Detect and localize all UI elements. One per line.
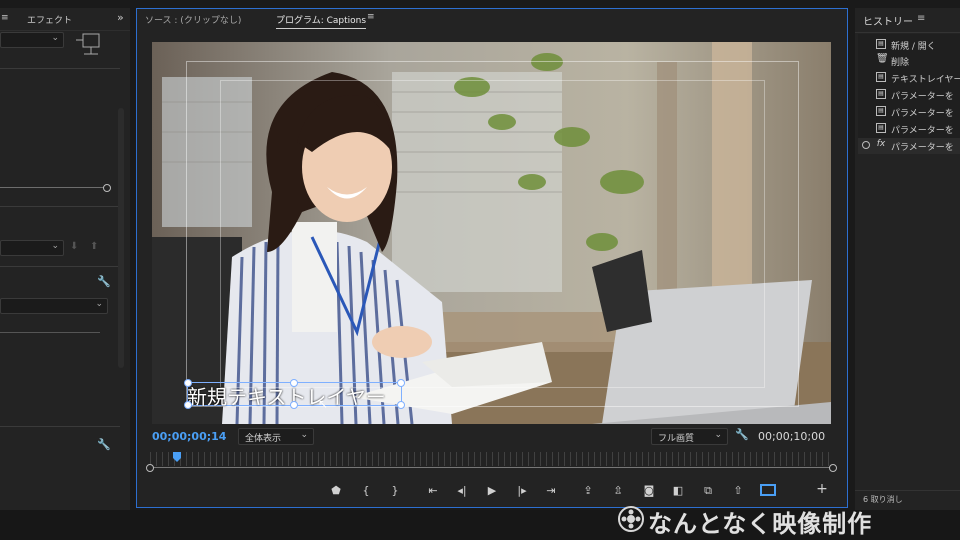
go-to-in-button[interactable]: ⇤ [424,484,442,497]
mark-in-button[interactable]: { [357,484,375,497]
zoom-value: 全体表示 [245,434,282,444]
history-item[interactable]: 🗑 削除 [858,53,960,69]
button-editor-plus-icon[interactable]: + [813,481,831,497]
slider-track[interactable] [0,187,104,188]
settings-wrench-icon[interactable]: 🔧 [735,428,749,441]
history-item[interactable]: ▤ パラメーターを [858,87,960,103]
divider [0,266,120,267]
history-item[interactable]: ▤ 新規 / 開く [858,37,960,53]
history-title[interactable]: ヒストリー [863,13,913,28]
safe-margins-button[interactable] [760,484,776,496]
panel-menu-icon[interactable]: ≡ [367,12,375,22]
scrollbar[interactable] [118,108,124,368]
divider [0,68,120,69]
current-state-marker [862,141,870,149]
export-frame-camera-icon[interactable]: ◙ [640,484,658,497]
panel-menu-icon[interactable]: ≡ [917,13,925,24]
divider [855,32,960,33]
resize-handle[interactable] [290,379,298,387]
current-timecode[interactable]: 00;00;00;14 [152,430,226,443]
anchor-icon[interactable] [76,30,106,60]
title-safe-guide [220,80,765,388]
step-back-button[interactable]: ◂| [453,484,471,497]
doc-icon: ▤ [876,39,886,49]
resize-handle[interactable] [397,379,405,387]
slider-knob[interactable] [103,184,111,192]
time-ruler[interactable] [150,452,834,466]
tab-effects[interactable]: エフェクト [27,13,72,26]
resize-handle[interactable] [290,401,298,409]
history-item-current[interactable]: fx パラメーターを [858,138,960,154]
doc-icon: ▤ [876,72,886,82]
more-tabs-icon[interactable]: » [117,11,124,24]
dropdown-mid[interactable]: ⌄ [0,240,64,256]
divider [0,206,120,207]
zoom-bar-start-handle[interactable] [146,464,154,472]
trash-icon: 🗑 [876,53,889,64]
chevron-down-icon: ⌄ [95,299,103,309]
comparison-view-button[interactable]: ◧ [669,484,687,497]
go-to-out-button[interactable]: ⇥ [542,484,560,497]
resize-handle[interactable] [184,379,192,387]
panel-menu-icon[interactable]: ≡ [1,13,9,23]
history-item[interactable]: ▤ パラメーターを [858,104,960,120]
doc-icon: ▤ [876,89,886,99]
doc-icon: ▤ [876,106,886,116]
mark-out-button[interactable]: } [386,484,404,497]
history-item[interactable]: ▤ パラメーターを [858,121,960,137]
zoom-bar[interactable] [150,467,834,468]
history-item[interactable]: ▤ テキストレイヤー [858,70,960,86]
slider-track[interactable] [0,332,100,333]
doc-icon: ▤ [876,123,886,133]
chevron-down-icon: ⌄ [51,33,59,43]
quality-value: フル画質 [658,434,695,444]
effect-controls-panel: ≡ エフェクト » ⌄ ⌄ ⬇ ⬆ 🔧 ⌄ 🔧 [0,8,130,510]
caption-text[interactable]: 新規テキストレイヤー [187,381,386,410]
resize-handle[interactable] [397,401,405,409]
tab-program[interactable]: プログラム: Captions [276,13,367,29]
zoom-bar-end-handle[interactable] [829,464,837,472]
mouse-cursor-icon: ↖ [318,397,329,411]
total-duration: 00;00;10;00 [758,430,826,443]
divider [855,490,960,491]
arrow-up-icon[interactable]: ⬆ [90,241,98,252]
fx-icon: fx [876,139,886,149]
resize-handle[interactable] [184,401,192,409]
chevron-down-icon: ⌄ [714,430,722,440]
watermark-logo-icon [618,506,644,532]
chevron-down-icon: ⌄ [300,430,308,440]
export-button[interactable]: ⇧ [729,484,747,497]
watermark-text: なんとなく映像制作 [648,510,873,538]
wrench-icon[interactable]: 🔧 [97,275,111,288]
arrow-down-icon[interactable]: ⬇ [70,241,78,252]
proxy-toggle-button[interactable]: ⧉ [699,484,717,498]
play-button[interactable]: ▶ [483,484,501,497]
history-panel: ヒストリー ≡ ▤ 新規 / 開く 🗑 削除 ▤ テキストレイヤー ▤ パラメーターを … [855,8,960,510]
wrench-icon[interactable]: 🔧 [97,438,111,451]
lift-button[interactable]: ⇪ [579,484,597,497]
step-forward-button[interactable]: |▸ [513,484,531,497]
video-frame[interactable]: 新規テキストレイヤー ↖ [152,42,831,424]
add-marker-button[interactable]: ⬟ [327,484,345,497]
divider [0,426,120,427]
left-tab-bar: ≡ エフェクト » [0,8,130,31]
playback-quality-dropdown[interactable]: フル画質 ⌄ [651,428,728,445]
dropdown-top[interactable]: ⌄ [0,32,64,48]
zoom-level-dropdown[interactable]: 全体表示 ⌄ [238,428,314,445]
extract-button[interactable]: ⇫ [609,484,627,497]
tab-source[interactable]: ソース : (クリップなし) [145,13,241,26]
dropdown-font[interactable]: ⌄ [0,298,108,314]
chevron-down-icon: ⌄ [51,241,59,251]
